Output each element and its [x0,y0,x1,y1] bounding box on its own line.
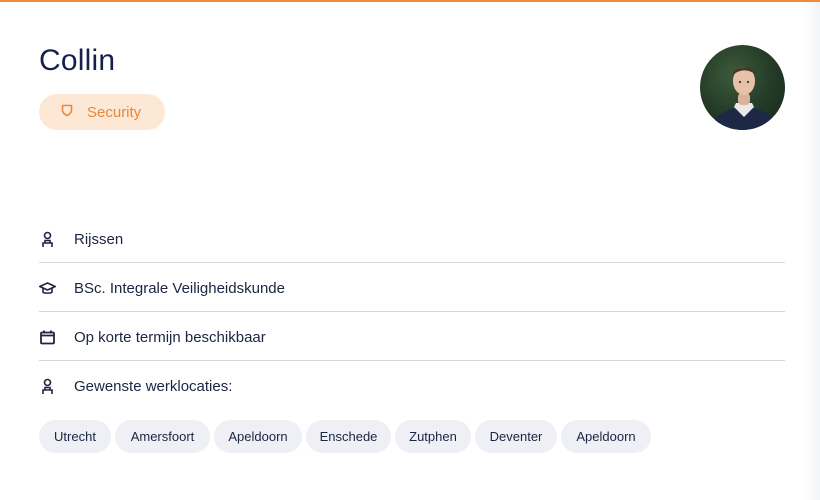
detail-text: BSc. Integrale Veiligheidskunde [74,279,285,297]
top-accent-line [0,0,820,2]
detail-text: Gewenste werklocaties: [74,378,233,395]
role-badge-label: Security [87,103,142,121]
detail-row-education: BSc. Integrale Veiligheidskunde [39,263,785,312]
location-chip: Utrecht [39,420,111,453]
person-pin-icon [39,378,56,395]
location-chip: Enschede [306,420,391,453]
location-chip: Zutphen [395,420,471,453]
avatar [700,45,785,130]
candidate-name: Collin [39,44,116,77]
person-pin-icon [39,231,56,248]
detail-text: Op korte termijn beschikbaar [74,328,266,346]
detail-row-availability: Op korte termijn beschikbaar [39,312,785,361]
location-chip: Apeldoorn [214,420,302,453]
role-badge: Security [39,94,165,130]
calendar-icon [39,329,56,346]
location-chip: Deventer [475,420,557,453]
right-edge-shade [804,2,820,500]
location-chips: Utrecht Amersfoort Apeldoorn Enschede Zu… [39,420,651,453]
detail-row-location: Rijssen [39,214,785,263]
detail-row-preferred-locations: Gewenste werklocaties: [39,361,785,410]
details-list: Rijssen BSc. Integrale Veiligheidskunde … [39,214,785,410]
shield-icon [61,104,73,121]
location-chip: Amersfoort [115,420,210,453]
detail-text: Rijssen [74,230,124,248]
graduation-cap-icon [39,280,56,297]
location-chip: Apeldoorn [561,420,651,453]
